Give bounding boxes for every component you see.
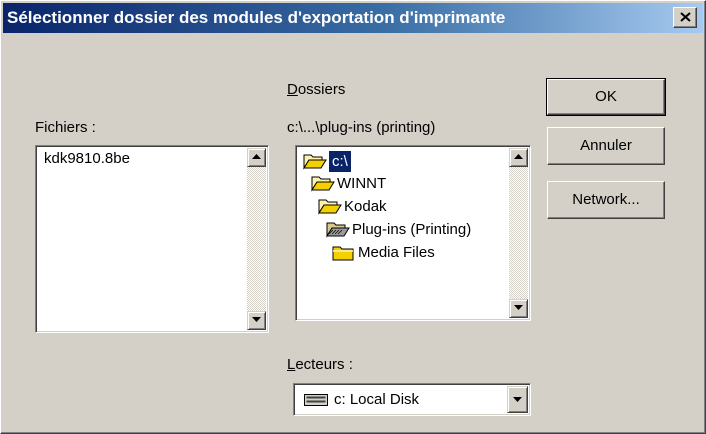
open-folder-icon bbox=[326, 222, 350, 238]
arrow-up-icon bbox=[514, 154, 523, 159]
folders-list[interactable]: c:\ WINNT Kodak Plug-ins (Printing) Medi… bbox=[295, 145, 531, 321]
window-title: Sélectionner dossier des modules d'expor… bbox=[7, 8, 506, 27]
open-folder-icon bbox=[303, 154, 327, 170]
scroll-up-button[interactable] bbox=[509, 148, 528, 167]
files-scrollbar[interactable] bbox=[247, 148, 266, 330]
drives-dropdown-button[interactable] bbox=[507, 386, 528, 413]
title-bar[interactable]: Sélectionner dossier des modules d'expor… bbox=[3, 3, 703, 33]
network-button[interactable]: Network... bbox=[547, 181, 665, 219]
folder-label: Plug-ins (Printing) bbox=[352, 221, 472, 238]
folder-label: Kodak bbox=[344, 198, 387, 215]
list-item[interactable]: kdk9810.8be bbox=[44, 149, 130, 169]
folder-label: c:\ bbox=[329, 151, 351, 172]
arrow-down-icon bbox=[252, 317, 261, 322]
folder-label: WINNT bbox=[337, 175, 387, 192]
open-folder-icon bbox=[318, 199, 342, 215]
current-path: c:\...\plug-ins (printing) bbox=[287, 119, 436, 136]
hard-disk-icon bbox=[304, 394, 328, 406]
close-icon bbox=[680, 12, 691, 22]
folders-label: Dossiers bbox=[287, 81, 346, 98]
arrow-down-icon bbox=[514, 305, 523, 310]
dialog-window: Sélectionner dossier des modules d'expor… bbox=[0, 0, 706, 434]
closed-folder-icon bbox=[332, 246, 354, 261]
drives-selected-value: c: Local Disk bbox=[334, 391, 420, 408]
close-button[interactable] bbox=[673, 7, 697, 28]
chevron-down-icon bbox=[513, 397, 522, 402]
files-label: Fichiers : bbox=[35, 119, 96, 136]
drives-label: Lecteurs : bbox=[287, 356, 353, 373]
drives-dropdown[interactable]: c: Local Disk bbox=[293, 383, 531, 416]
files-list[interactable]: kdk9810.8be bbox=[35, 145, 269, 333]
cancel-button[interactable]: Annuler bbox=[547, 127, 665, 165]
open-folder-icon bbox=[311, 176, 335, 192]
folders-scrollbar[interactable] bbox=[509, 148, 528, 318]
arrow-up-icon bbox=[252, 154, 261, 159]
scroll-down-button[interactable] bbox=[247, 311, 266, 330]
scroll-up-button[interactable] bbox=[247, 148, 266, 167]
folder-label: Media Files bbox=[358, 244, 435, 261]
ok-button[interactable]: OK bbox=[546, 78, 666, 116]
scroll-down-button[interactable] bbox=[509, 299, 528, 318]
